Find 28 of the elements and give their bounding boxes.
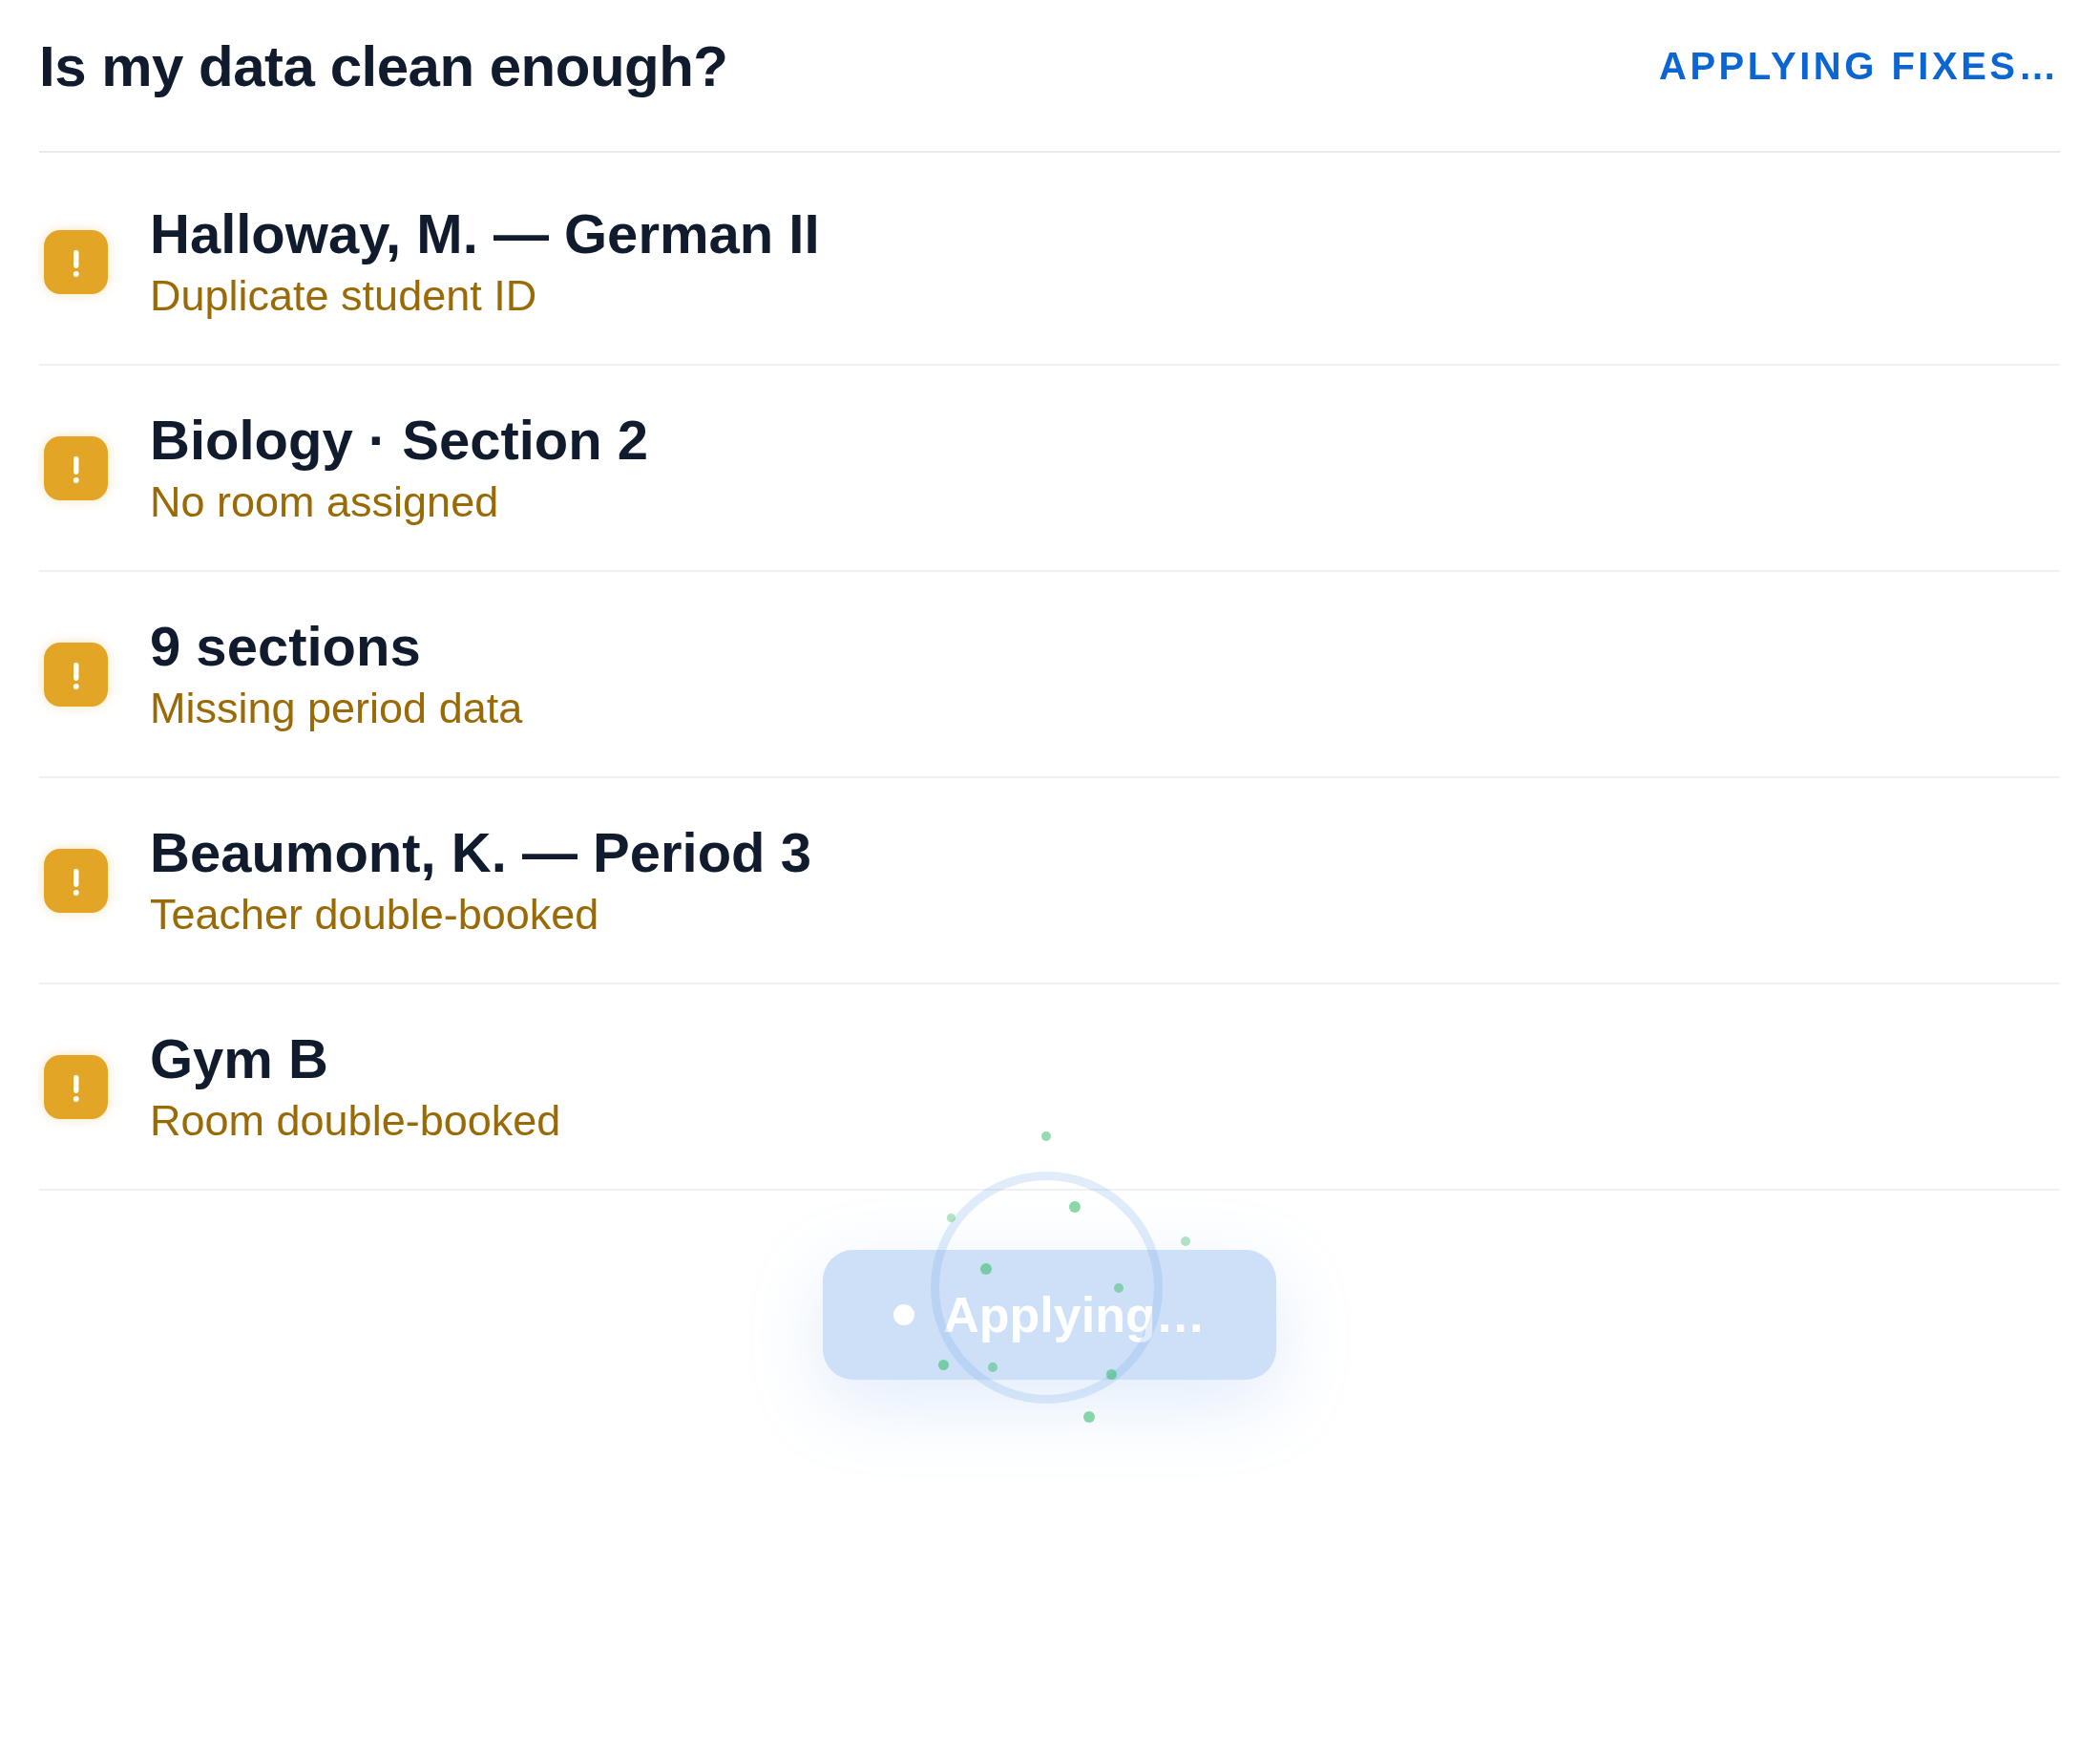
status-label: APPLYING FIXES… xyxy=(1659,44,2060,89)
warning-icon xyxy=(44,849,108,913)
particle-icon xyxy=(1181,1236,1191,1246)
issue-title: Gym B xyxy=(150,1027,329,1090)
particle-icon xyxy=(1041,1131,1052,1141)
issue-description: No room assigned xyxy=(150,476,500,528)
particle-icon xyxy=(946,1213,956,1222)
dot-icon xyxy=(893,1304,915,1325)
particle-icon xyxy=(1069,1201,1082,1213)
particle-icon xyxy=(937,1359,949,1370)
particle-icon xyxy=(1083,1411,1096,1423)
issue-title: Beaumont, K. — Period 3 xyxy=(150,821,811,884)
page-title: Is my data clean enough? xyxy=(39,33,728,99)
issue-description: Duplicate student ID xyxy=(150,270,538,322)
issue-description: Teacher double-booked xyxy=(150,889,600,940)
particle-icon xyxy=(1105,1368,1117,1380)
issue-title: Biology · Section 2 xyxy=(150,409,649,472)
particle-icon xyxy=(988,1363,998,1372)
warning-icon xyxy=(44,230,108,294)
warning-icon xyxy=(44,1055,108,1119)
warning-icon xyxy=(44,643,108,707)
issue-description: Missing period data xyxy=(150,683,523,734)
warning-icon xyxy=(44,436,108,500)
particle-icon xyxy=(980,1263,993,1275)
issue-description: Room double-booked xyxy=(150,1095,561,1147)
particle-icon xyxy=(1114,1283,1124,1293)
issue-title: Halloway, M. — German II xyxy=(150,202,820,265)
issue-title: 9 sections xyxy=(150,615,422,678)
